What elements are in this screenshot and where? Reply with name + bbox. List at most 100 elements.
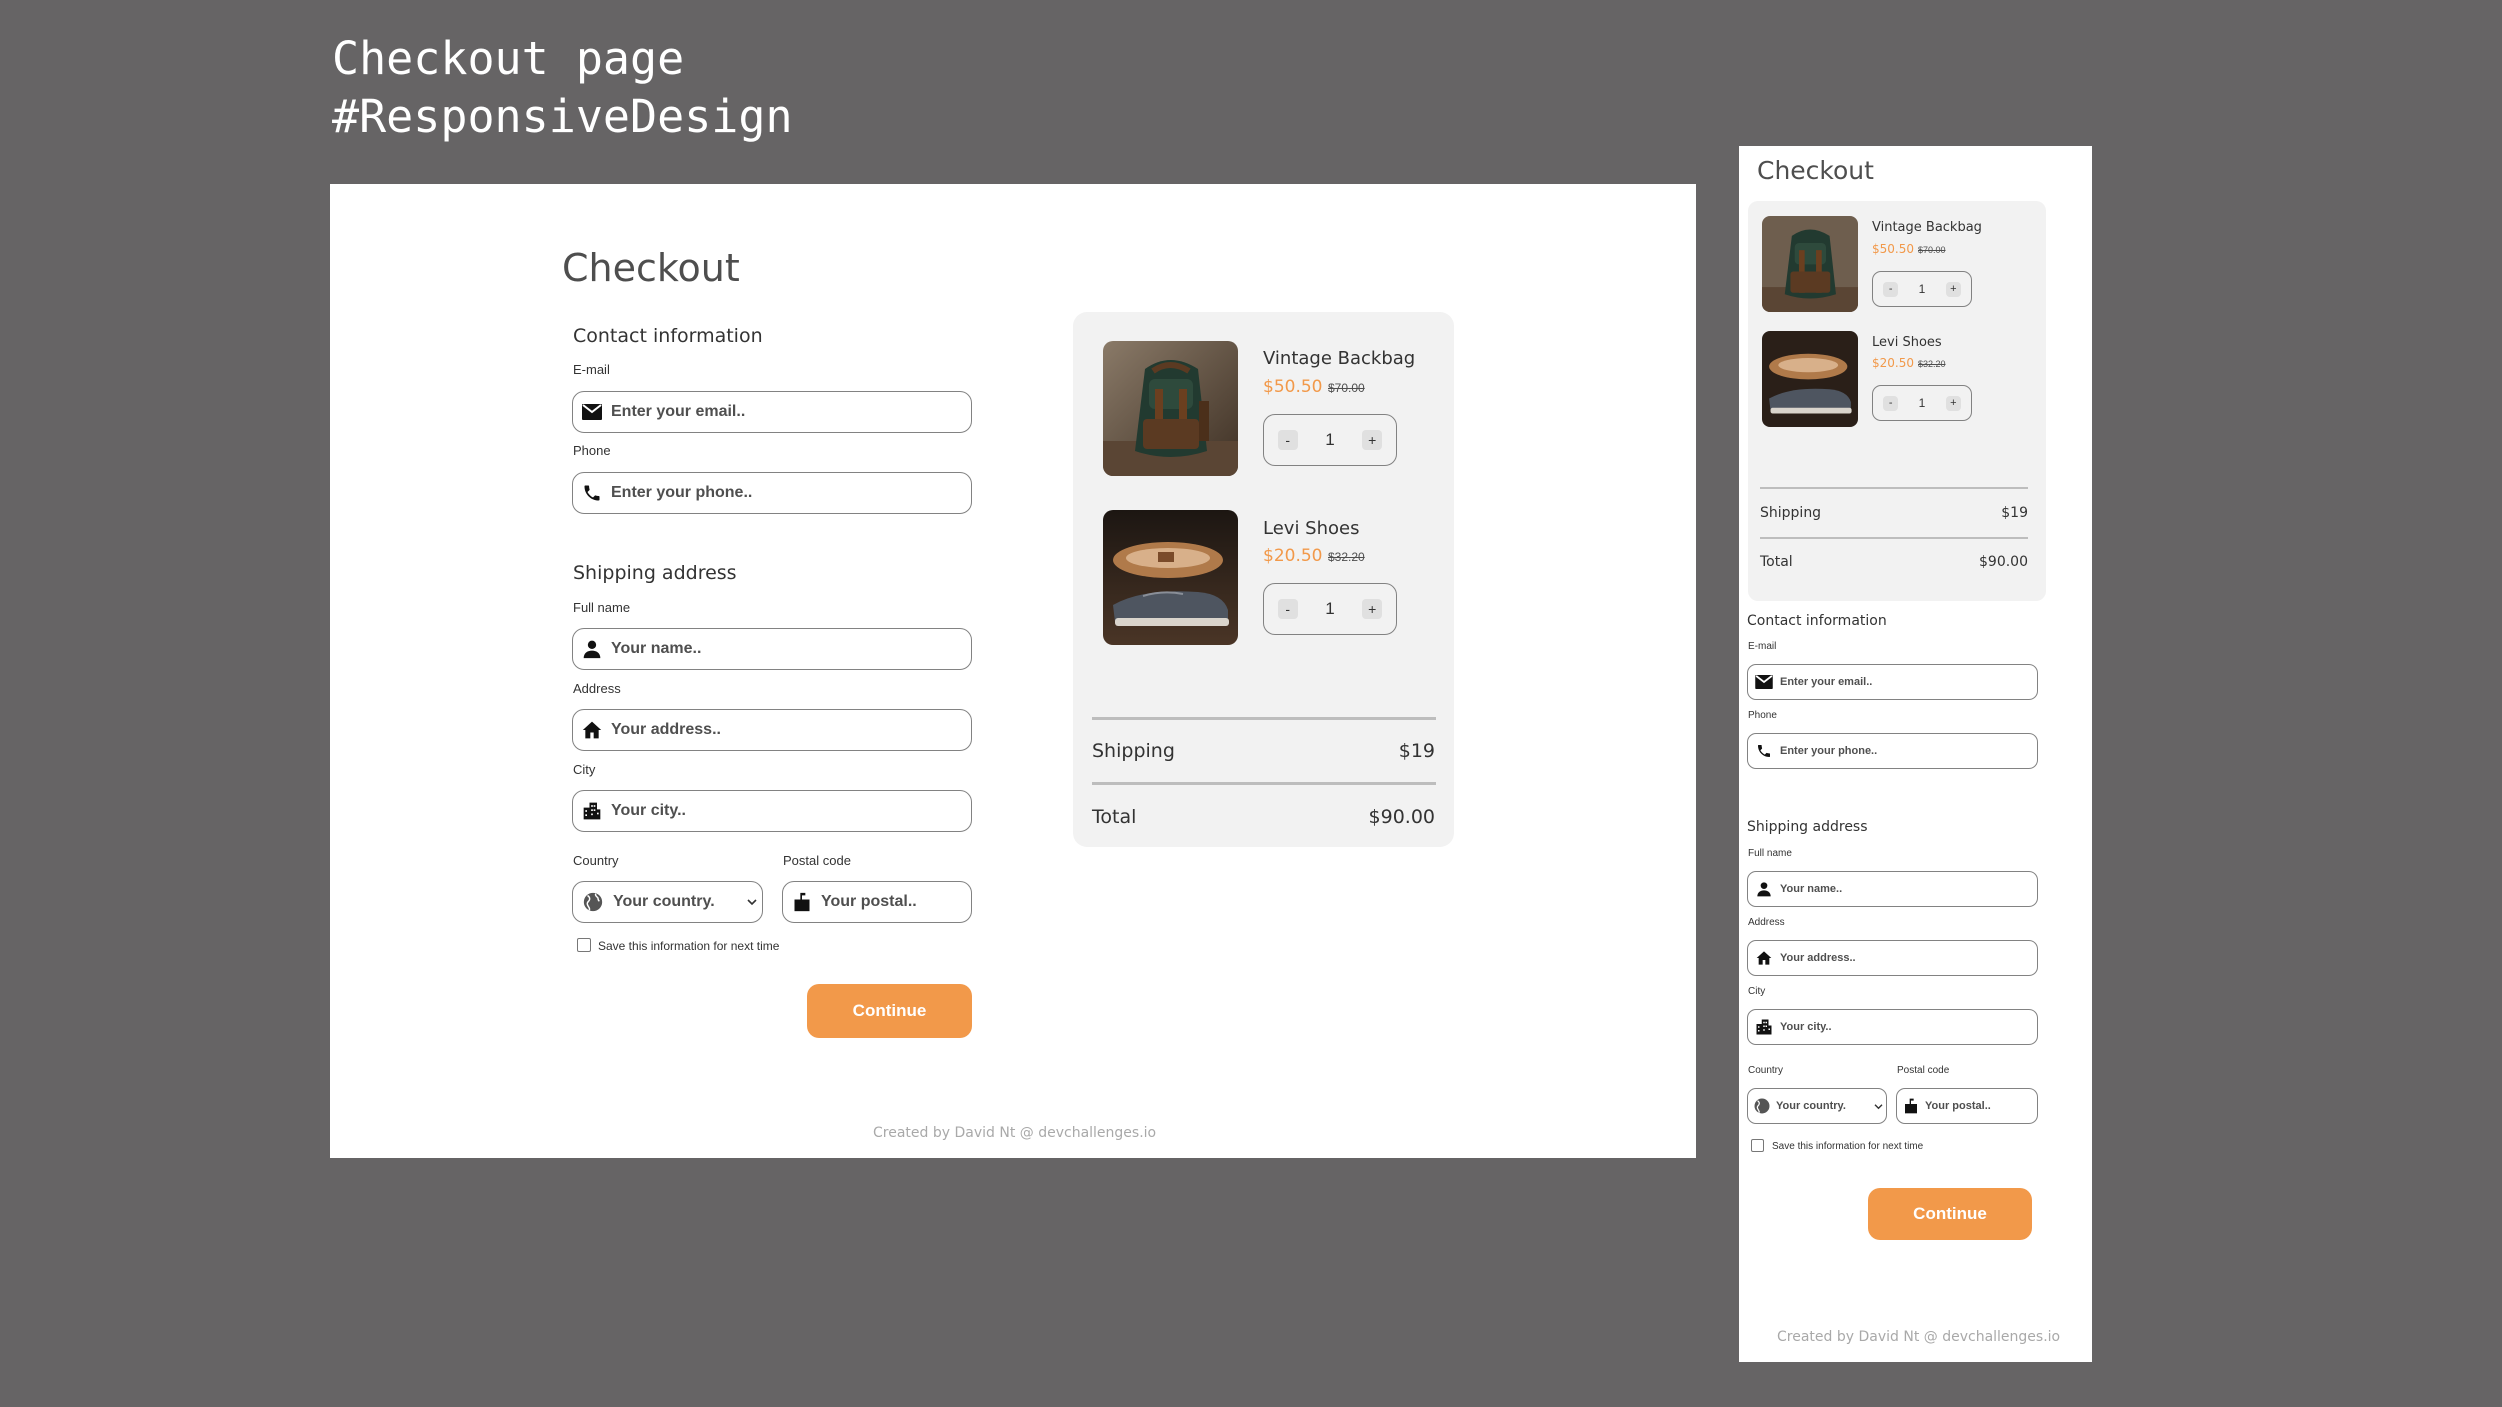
mailbox-icon (783, 891, 821, 913)
quantity-value: 1 (1325, 599, 1335, 618)
postal-label: Postal code (1897, 1065, 1950, 1076)
product-image-shoes (1762, 331, 1858, 427)
phone-placeholder: Enter your phone.. (1780, 745, 1878, 757)
country-label: Country (573, 853, 619, 868)
presentation-heading: Checkout page #ResponsiveDesign (332, 30, 793, 146)
shipping-label: Shipping (1760, 505, 1822, 521)
person-icon (1748, 881, 1780, 897)
order-summary: Vintage Backbag $50.50 $70.00 - 1 + Levi… (1748, 201, 2046, 601)
city-icon (573, 801, 611, 821)
divider (1760, 487, 2028, 489)
order-summary: Vintage Backbag $50.50 $70.00 - 1 + Levi… (1073, 312, 1454, 847)
mailbox-icon (1897, 1097, 1925, 1115)
address-placeholder: Your address.. (1780, 952, 1856, 964)
city-field[interactable]: Your city.. (1747, 1009, 2038, 1045)
chevron-down-icon (1870, 1103, 1886, 1110)
name-placeholder: Your name.. (1780, 883, 1843, 895)
phone-placeholder: Enter your phone.. (611, 484, 753, 501)
save-info-checkbox[interactable] (577, 938, 591, 952)
home-icon (573, 720, 611, 740)
increase-button[interactable]: + (1945, 281, 1961, 297)
decrease-button[interactable]: - (1883, 395, 1899, 411)
footer-credit: Created by David Nt @ devchallenges.io (873, 1125, 1157, 1141)
divider (1092, 717, 1436, 720)
phone-field[interactable]: Enter your phone.. (572, 472, 972, 514)
contact-section-title: Contact information (573, 325, 763, 347)
footer-credit: Created by David Nt @ devchallenges.io (1777, 1329, 2061, 1345)
globe-icon (573, 891, 613, 913)
shipping-section-title: Shipping address (1747, 819, 1868, 835)
postal-label: Postal code (783, 853, 851, 868)
home-icon (1748, 950, 1780, 966)
quantity-stepper[interactable]: - 1 + (1872, 271, 1972, 307)
product-name: Vintage Backbag (1872, 220, 1982, 235)
city-label: City (573, 762, 596, 777)
quantity-stepper[interactable]: - 1 + (1872, 385, 1972, 421)
phone-field[interactable]: Enter your phone.. (1747, 733, 2038, 769)
desktop-checkout-frame: Checkout Contact information E-mail Ente… (330, 184, 1696, 1158)
email-field[interactable]: Enter your email.. (572, 391, 972, 433)
product-price: $50.50 (1872, 242, 1914, 256)
address-field[interactable]: Your address.. (1747, 940, 2038, 976)
product-image-backbag (1762, 216, 1858, 312)
postal-placeholder: Your postal.. (1925, 1100, 1991, 1112)
decrease-button[interactable]: - (1277, 599, 1298, 619)
product-image-backbag (1103, 341, 1238, 476)
decrease-button[interactable]: - (1883, 281, 1899, 297)
continue-button[interactable]: Continue (807, 984, 972, 1038)
shipping-value: $19 (1398, 740, 1435, 762)
product-old-price: $70.00 (1328, 381, 1365, 395)
save-info-label: Save this information for next time (598, 939, 780, 953)
divider (1760, 537, 2028, 539)
total-value: $90.00 (1979, 554, 2028, 570)
shipping-value: $19 (2001, 505, 2028, 521)
shipping-label: Shipping (1092, 740, 1175, 762)
shipping-section-title: Shipping address (573, 562, 737, 584)
divider (1092, 782, 1436, 785)
product-price: $50.50 (1263, 377, 1323, 397)
country-placeholder: Your country. (613, 893, 715, 910)
envelope-icon (1748, 675, 1780, 689)
increase-button[interactable]: + (1362, 599, 1383, 619)
phone-label: Phone (1748, 710, 1777, 721)
quantity-stepper[interactable]: - 1 + (1263, 583, 1397, 635)
country-select[interactable]: Your country. (572, 881, 763, 923)
save-info-checkbox[interactable] (1751, 1139, 1764, 1152)
name-field[interactable]: Your name.. (572, 628, 972, 670)
postal-field[interactable]: Your postal.. (782, 881, 972, 923)
country-label: Country (1748, 1065, 1784, 1076)
person-icon (573, 639, 611, 659)
email-placeholder: Enter your email.. (611, 403, 746, 420)
heading-line-1: Checkout page (332, 32, 685, 85)
address-field[interactable]: Your address.. (572, 709, 972, 751)
postal-placeholder: Your postal.. (821, 893, 917, 910)
envelope-icon (573, 404, 611, 420)
increase-button[interactable]: + (1362, 430, 1383, 450)
name-label: Full name (1748, 848, 1792, 859)
postal-field[interactable]: Your postal.. (1896, 1088, 2038, 1124)
email-placeholder: Enter your email.. (1780, 676, 1873, 688)
product-name: Vintage Backbag (1263, 348, 1416, 369)
product-old-price: $70.00 (1918, 245, 1946, 255)
page-title: Checkout (562, 246, 740, 290)
name-placeholder: Your name.. (611, 640, 702, 657)
address-label: Address (1748, 917, 1785, 928)
product-old-price: $32.20 (1328, 550, 1365, 564)
save-info-label: Save this information for next time (1772, 1141, 1924, 1152)
quantity-stepper[interactable]: - 1 + (1263, 414, 1397, 466)
city-field[interactable]: Your city.. (572, 790, 972, 832)
globe-icon (1748, 1097, 1776, 1115)
name-field[interactable]: Your name.. (1747, 871, 2038, 907)
city-label: City (1748, 986, 1766, 997)
quantity-value: 1 (1325, 430, 1335, 449)
increase-button[interactable]: + (1945, 395, 1961, 411)
address-label: Address (573, 681, 621, 696)
phone-label: Phone (573, 443, 611, 458)
chevron-down-icon (742, 898, 762, 906)
email-field[interactable]: Enter your email.. (1747, 664, 2038, 700)
phone-icon (1748, 743, 1780, 759)
continue-button[interactable]: Continue (1868, 1188, 2032, 1240)
product-price: $20.50 (1872, 356, 1914, 370)
decrease-button[interactable]: - (1277, 430, 1298, 450)
country-select[interactable]: Your country. (1747, 1088, 1887, 1124)
